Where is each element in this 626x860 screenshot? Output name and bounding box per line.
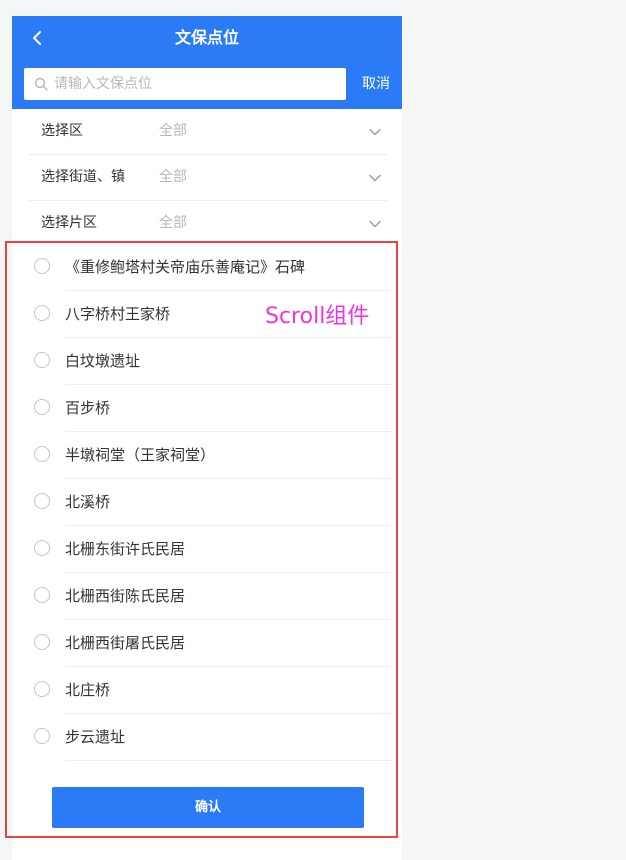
- option-label: 百步桥: [65, 399, 111, 417]
- chevron-down-icon: [369, 128, 381, 136]
- radio-button[interactable]: [34, 352, 50, 368]
- option-label: 北栅西街屠氏民居: [65, 634, 186, 652]
- confirm-button[interactable]: 确认: [52, 787, 364, 828]
- radio-button[interactable]: [34, 540, 50, 556]
- header-bar: 文保点位 取消: [12, 16, 402, 109]
- option-label: 步云遗址: [65, 728, 126, 746]
- list-item[interactable]: 北栅西街屠氏民居: [12, 620, 402, 667]
- filter-value: 全部: [159, 215, 187, 231]
- option-label: 半墩祠堂（王家祠堂）: [65, 446, 216, 464]
- radio-button[interactable]: [34, 681, 50, 697]
- option-label: 北栅东街许氏民居: [65, 540, 186, 558]
- list-item[interactable]: 北庄桥: [12, 667, 402, 714]
- option-label: 白坟墩遗址: [65, 352, 141, 370]
- option-label: 北溪桥: [65, 493, 111, 511]
- filter-label: 选择街道、镇: [41, 169, 125, 185]
- radio-button[interactable]: [34, 728, 50, 744]
- search-box[interactable]: [24, 68, 346, 100]
- radio-button[interactable]: [34, 587, 50, 603]
- search-input[interactable]: [54, 68, 340, 100]
- radio-button[interactable]: [34, 305, 50, 321]
- list-item[interactable]: 百步桥: [12, 385, 402, 432]
- chevron-down-icon: [369, 220, 381, 228]
- option-label: 《重修鲍塔村关帝庙乐善庵记》石碑: [65, 258, 306, 276]
- search-icon: [34, 77, 48, 91]
- list-item[interactable]: 步云遗址: [12, 714, 402, 761]
- filter-list: 选择区 全部 选择街道、镇 全部 选择片区 全部: [12, 109, 402, 246]
- radio-button[interactable]: [34, 493, 50, 509]
- option-label: 八字桥村王家桥: [65, 305, 171, 323]
- list-item[interactable]: 白坟墩遗址: [12, 338, 402, 385]
- filter-area[interactable]: 选择片区 全部: [28, 201, 388, 246]
- radio-button[interactable]: [34, 399, 50, 415]
- radio-button[interactable]: [34, 258, 50, 274]
- option-label: 北栅西街陈氏民居: [65, 587, 186, 605]
- filter-street[interactable]: 选择街道、镇 全部: [28, 155, 388, 201]
- list-item[interactable]: 北栅东街许氏民居: [12, 526, 402, 573]
- list-item[interactable]: 半墩祠堂（王家祠堂）: [12, 432, 402, 479]
- scroll-annotation-label: Scroll组件: [265, 304, 370, 329]
- list-item[interactable]: 北溪桥: [12, 479, 402, 526]
- radio-button[interactable]: [34, 634, 50, 650]
- filter-value: 全部: [159, 123, 187, 139]
- divider: [65, 760, 392, 761]
- radio-button[interactable]: [34, 446, 50, 462]
- list-item[interactable]: 北栅西街陈氏民居: [12, 573, 402, 620]
- option-label: 北庄桥: [65, 681, 111, 699]
- cancel-button[interactable]: 取消: [356, 72, 396, 96]
- filter-label: 选择区: [41, 123, 83, 139]
- mobile-screen: 文保点位 取消 选择区 全部 选择街道、镇 全部 选择片区 全部: [12, 16, 402, 860]
- filter-label: 选择片区: [41, 215, 97, 231]
- chevron-down-icon: [369, 174, 381, 182]
- filter-value: 全部: [159, 169, 187, 185]
- list-item[interactable]: 《重修鲍塔村关帝庙乐善庵记》石碑: [12, 244, 402, 291]
- filter-district[interactable]: 选择区 全部: [28, 109, 388, 155]
- page-title: 文保点位: [174, 28, 239, 47]
